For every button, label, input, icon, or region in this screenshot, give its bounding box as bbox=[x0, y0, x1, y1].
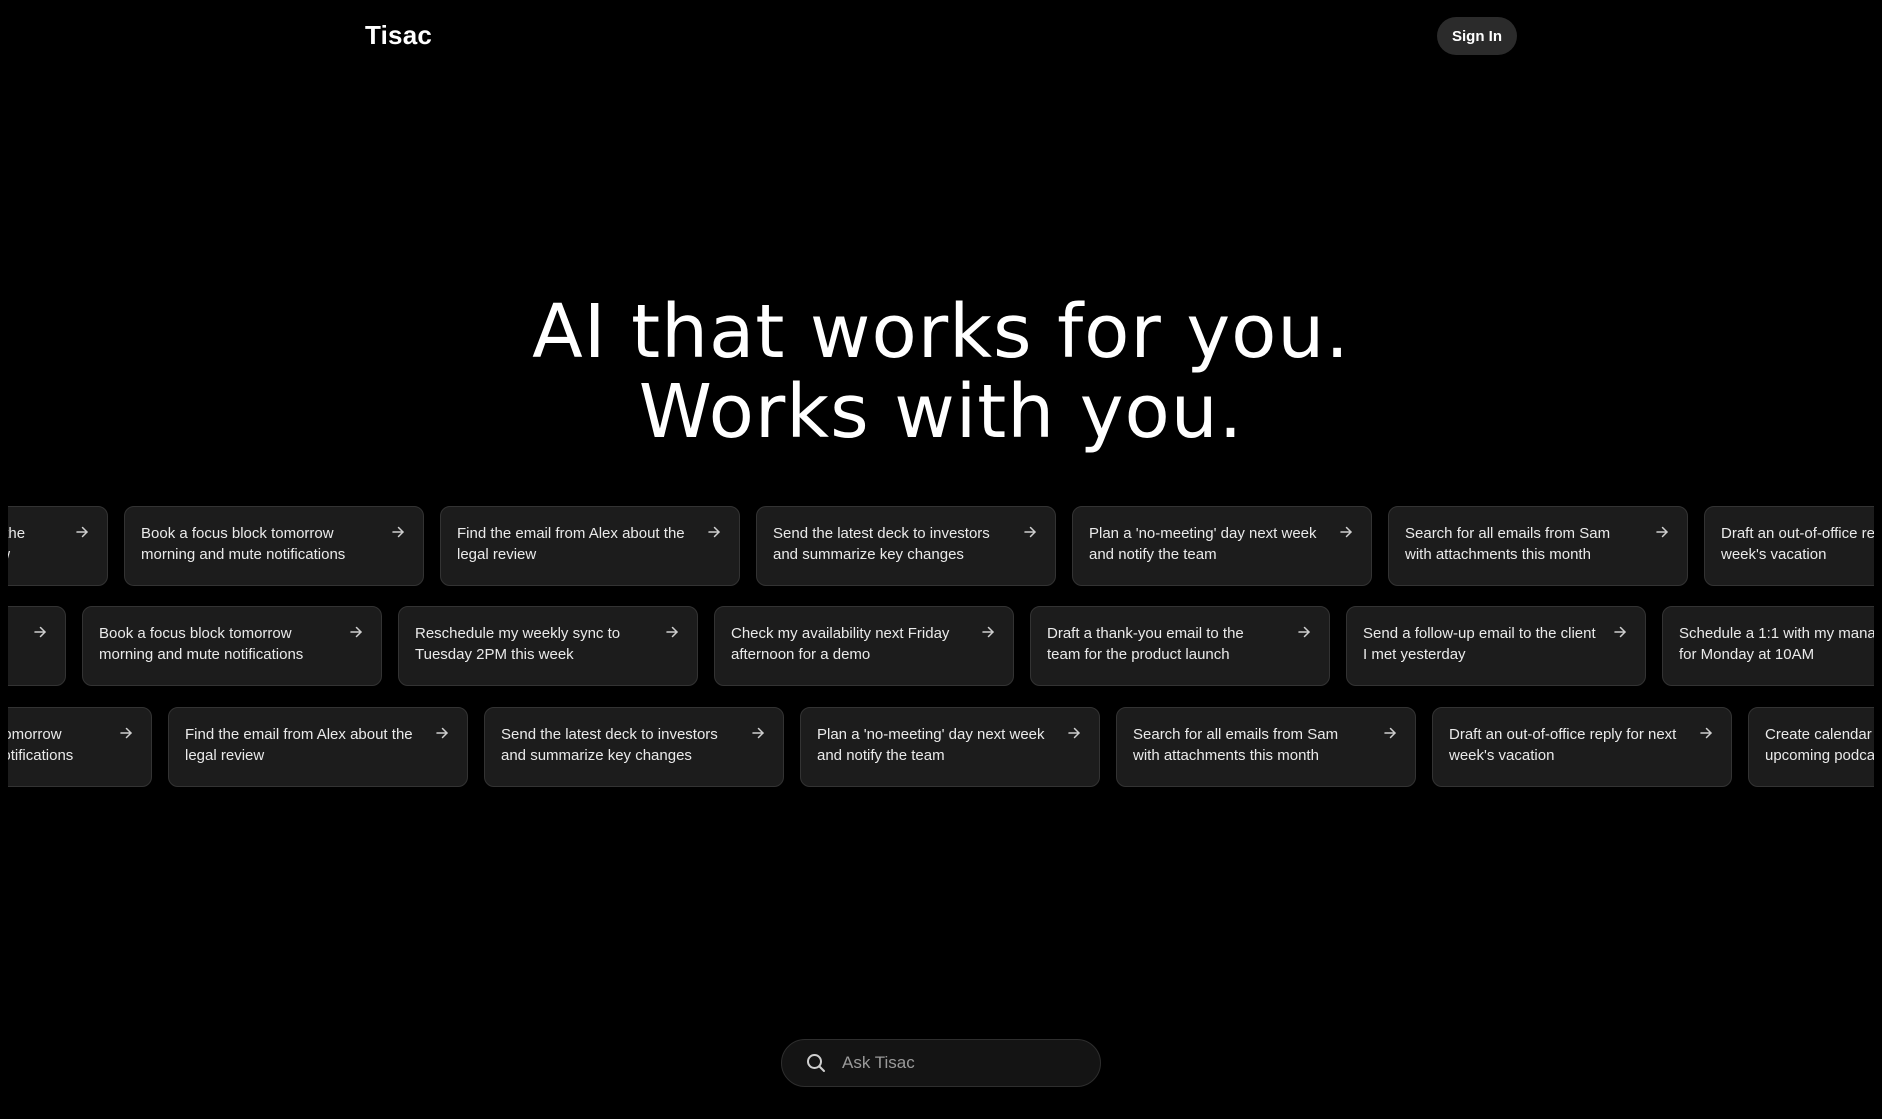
arrow-right-icon bbox=[1613, 625, 1627, 639]
suggestion-text: Draft an out-of-office reply for next we… bbox=[1449, 726, 1677, 764]
suggestion-card[interactable]: Find the email from Alex about the legal… bbox=[168, 707, 468, 787]
suggestion-text: Create calendar invites for the upcoming… bbox=[8, 525, 26, 563]
suggestion-card[interactable]: Plan a 'no-meeting' day next week and no… bbox=[1072, 506, 1372, 586]
suggestion-row-3: Book a focus block tomorrow morning and … bbox=[8, 707, 1874, 787]
suggestion-card[interactable]: Find the email from Alex about the legal… bbox=[440, 506, 740, 586]
arrow-right-icon bbox=[1297, 625, 1311, 639]
suggestion-card[interactable]: Send the latest deck to investors and su… bbox=[756, 506, 1056, 586]
suggestion-card[interactable]: Draft an out-of-office reply for next we… bbox=[1704, 506, 1874, 586]
arrow-right-icon bbox=[1023, 525, 1037, 539]
suggestion-card[interactable]: Send the latest deck to investors and su… bbox=[484, 707, 784, 787]
suggestion-text: Send a follow-up email to the client I m… bbox=[1363, 625, 1596, 663]
suggestion-text: Book a focus block tomorrow morning and … bbox=[99, 625, 304, 663]
suggestion-card[interactable]: Plan a 'no-meeting' day next week and no… bbox=[800, 707, 1100, 787]
arrow-right-icon bbox=[1067, 726, 1081, 740]
arrow-right-icon bbox=[391, 525, 405, 539]
arrow-right-icon bbox=[707, 525, 721, 539]
suggestion-card[interactable]: Draft an out-of-office reply for next we… bbox=[1432, 707, 1732, 787]
suggestion-text: Draft a thank-you email to the team for … bbox=[1047, 625, 1244, 663]
suggestion-row-2: Schedule a 1:1 with my manager for Monda… bbox=[8, 606, 1874, 686]
arrow-right-icon bbox=[1655, 525, 1669, 539]
suggestion-card[interactable]: Search for all emails from Sam with atta… bbox=[1116, 707, 1416, 787]
arrow-right-icon bbox=[751, 726, 765, 740]
suggestion-text: Reschedule my weekly sync to Tuesday 2PM… bbox=[415, 625, 621, 663]
suggestion-text: Send the latest deck to investors and su… bbox=[773, 525, 990, 563]
arrow-right-icon bbox=[75, 525, 89, 539]
suggestion-text: Create calendar invites for the upcoming… bbox=[1765, 726, 1874, 764]
suggestion-rows: Create calendar invites for the upcoming… bbox=[8, 0, 1874, 1119]
arrow-right-icon bbox=[435, 726, 449, 740]
suggestion-card[interactable]: Book a focus block tomorrow morning and … bbox=[8, 707, 152, 787]
arrow-right-icon bbox=[119, 726, 133, 740]
ask-bar[interactable] bbox=[781, 1039, 1101, 1087]
suggestion-card[interactable]: Create calendar invites for the upcoming… bbox=[8, 506, 108, 586]
suggestion-text: Send the latest deck to investors and su… bbox=[501, 726, 718, 764]
suggestion-card[interactable]: Schedule a 1:1 with my manager for Monda… bbox=[8, 606, 66, 686]
suggestion-text: Draft an out-of-office reply for next we… bbox=[1721, 525, 1874, 563]
search-icon bbox=[806, 1053, 826, 1073]
arrow-right-icon bbox=[349, 625, 363, 639]
arrow-right-icon bbox=[665, 625, 679, 639]
suggestion-text: Find the email from Alex about the legal… bbox=[457, 525, 685, 563]
suggestion-text: Book a focus block tomorrow morning and … bbox=[141, 525, 346, 563]
suggestion-text: Check my availability next Friday aftern… bbox=[731, 625, 950, 663]
suggestion-card[interactable]: Send a follow-up email to the client I m… bbox=[1346, 606, 1646, 686]
suggestion-card[interactable]: Draft a thank-you email to the team for … bbox=[1030, 606, 1330, 686]
suggestion-text: Search for all emails from Sam with atta… bbox=[1133, 726, 1339, 764]
arrow-right-icon bbox=[981, 625, 995, 639]
suggestion-text: Search for all emails from Sam with atta… bbox=[1405, 525, 1611, 563]
arrow-right-icon bbox=[33, 625, 47, 639]
suggestion-card[interactable]: Book a focus block tomorrow morning and … bbox=[124, 506, 424, 586]
suggestion-card[interactable]: Reschedule my weekly sync to Tuesday 2PM… bbox=[398, 606, 698, 686]
arrow-right-icon bbox=[1699, 726, 1713, 740]
suggestion-text: Schedule a 1:1 with my manager for Monda… bbox=[8, 623, 17, 665]
suggestion-card[interactable]: Book a focus block tomorrow morning and … bbox=[82, 606, 382, 686]
suggestion-text: Plan a 'no-meeting' day next week and no… bbox=[1089, 525, 1317, 563]
suggestion-card[interactable]: Schedule a 1:1 with my manager for Monda… bbox=[1662, 606, 1874, 686]
suggestion-text: Plan a 'no-meeting' day next week and no… bbox=[817, 726, 1045, 764]
suggestion-card[interactable]: Create calendar invites for the upcoming… bbox=[1748, 707, 1874, 787]
page: Tisac Sign In AI that works for you. Wor… bbox=[0, 0, 1882, 1119]
suggestion-card[interactable]: Search for all emails from Sam with atta… bbox=[1388, 506, 1688, 586]
arrow-right-icon bbox=[1339, 525, 1353, 539]
suggestion-text: Schedule a 1:1 with my manager for Monda… bbox=[1679, 625, 1874, 663]
ask-input[interactable] bbox=[840, 1052, 1084, 1074]
arrow-right-icon bbox=[1383, 726, 1397, 740]
suggestion-card[interactable]: Check my availability next Friday aftern… bbox=[714, 606, 1014, 686]
suggestion-text: Book a focus block tomorrow morning and … bbox=[8, 726, 74, 764]
suggestion-row-1: Create calendar invites for the upcoming… bbox=[8, 506, 1874, 586]
suggestion-text: Find the email from Alex about the legal… bbox=[185, 726, 413, 764]
